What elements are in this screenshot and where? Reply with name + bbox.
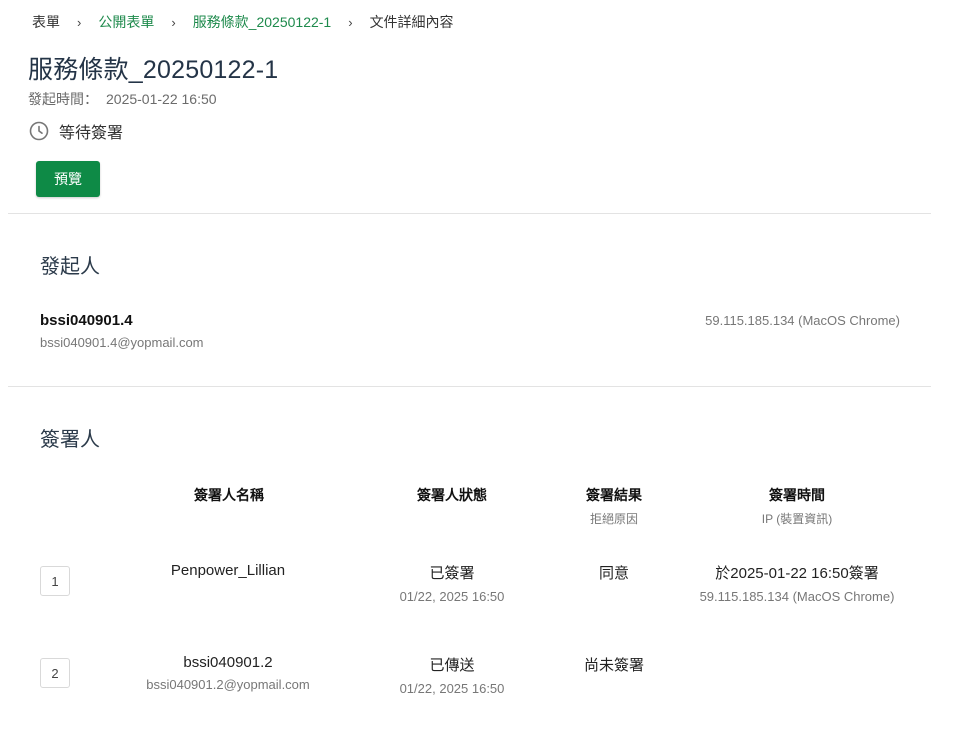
initiator-email: bssi040901.4@yopmail.com bbox=[40, 335, 204, 350]
signers-section-title: 簽署人 bbox=[40, 429, 100, 451]
sign-result-cell: 尚未簽署 bbox=[484, 654, 744, 675]
header-ip-device-label: IP (裝置資訊) bbox=[761, 512, 833, 526]
breadcrumb: 表單 › 公開表單 › 服務條款_20250122-1 › 文件詳細內容 bbox=[32, 12, 454, 32]
header-sign-result-label: 簽署結果 bbox=[586, 487, 642, 503]
chevron-right-icon: › bbox=[348, 14, 353, 30]
start-time-value: 2025-01-22 16:50 bbox=[106, 91, 217, 107]
divider bbox=[8, 386, 931, 387]
start-time-label: 發起時間： bbox=[28, 91, 98, 107]
breadcrumb-document-link[interactable]: 服務條款_20250122-1 bbox=[193, 12, 332, 32]
signer-status-time: 01/22, 2025 16:50 bbox=[399, 589, 505, 604]
header-signer-name: 簽署人名稱 bbox=[129, 485, 329, 505]
header-sign-result: 簽署結果 拒絕原因 bbox=[514, 485, 714, 527]
divider bbox=[8, 213, 931, 214]
clock-icon bbox=[28, 120, 50, 142]
header-sign-time: 簽署時間 IP (裝置資訊) bbox=[697, 485, 897, 527]
signer-name-cell: Penpower_Lillian bbox=[98, 562, 358, 579]
breadcrumb-public-forms-link[interactable]: 公開表單 bbox=[98, 12, 154, 32]
document-detail-page: 表單 › 公開表單 › 服務條款_20250122-1 › 文件詳細內容 服務條… bbox=[0, 0, 973, 731]
status-text: 等待簽署 bbox=[59, 125, 124, 142]
initiator-section-title: 發起人 bbox=[40, 256, 100, 278]
start-time: 發起時間： 2025-01-22 16:50 bbox=[28, 89, 217, 109]
signer-name: bssi040901.2 bbox=[183, 654, 273, 671]
header-reject-reason-label: 拒絕原因 bbox=[589, 512, 638, 526]
signer-status-time: 01/22, 2025 16:50 bbox=[399, 681, 505, 696]
sign-time-cell: 於2025-01-22 16:50簽署 59.115.185.134 (MacO… bbox=[667, 562, 927, 604]
chevron-right-icon: › bbox=[171, 14, 176, 30]
initiator-name: bssi040901.4 bbox=[40, 312, 133, 329]
row-index: 2 bbox=[40, 658, 70, 688]
chevron-right-icon: › bbox=[77, 14, 82, 30]
preview-button[interactable]: 預覽 bbox=[36, 161, 100, 197]
row-index: 1 bbox=[40, 566, 70, 596]
sign-ip: 59.115.185.134 (MacOS Chrome) bbox=[699, 589, 895, 604]
header-sign-time-label: 簽署時間 bbox=[769, 487, 825, 503]
initiator-ip: 59.115.185.134 (MacOS Chrome) bbox=[705, 313, 900, 328]
signer-name-cell: bssi040901.2 bssi040901.2@yopmail.com bbox=[98, 654, 358, 692]
signer-name: Penpower_Lillian bbox=[170, 562, 286, 579]
signer-email: bssi040901.2@yopmail.com bbox=[146, 677, 310, 692]
breadcrumb-current: 文件詳細內容 bbox=[369, 14, 454, 30]
page-title: 服務條款_20250122-1 bbox=[28, 56, 279, 84]
document-status: 等待簽署 bbox=[28, 120, 123, 142]
breadcrumb-forms: 表單 bbox=[32, 14, 60, 30]
sign-time: 於2025-01-22 16:50簽署 bbox=[715, 565, 879, 582]
sign-result: 尚未簽署 bbox=[583, 657, 644, 674]
header-signer-name-label: 簽署人名稱 bbox=[194, 487, 264, 503]
